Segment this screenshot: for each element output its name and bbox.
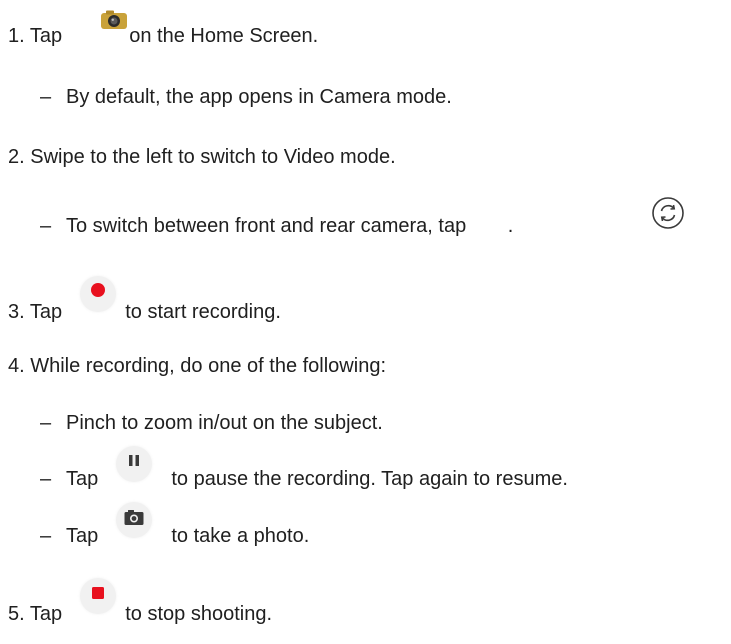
step-1-text-before: 1. Tap — [8, 25, 68, 47]
step-1-text-after: on the Home Screen. — [123, 25, 319, 47]
step-4-option-pause-text-before: Tap — [66, 468, 104, 490]
step-1-note: – By default, the app opens in Camera mod… — [40, 85, 452, 109]
step-5-text-before: 5. Tap — [8, 603, 68, 625]
step-1: 1. Tap on the Home Screen. — [8, 24, 318, 48]
stop-icon — [80, 578, 116, 614]
step-4-option-zoom-text: Pinch to zoom in/out on the subject. — [66, 412, 383, 434]
dash: – — [40, 86, 52, 108]
step-4-option-photo-text-before: Tap — [66, 525, 104, 547]
step-4-option-photo: – Tap to take a photo. — [40, 524, 309, 548]
step-2-note: – To switch between front and rear camera… — [40, 214, 513, 238]
step-4-option-zoom: – Pinch to zoom in/out on the subject. — [40, 411, 383, 435]
step-4-option-photo-text-after: to take a photo. — [165, 525, 310, 547]
camera-shutter-icon — [116, 502, 152, 538]
step-3-text-after: to start recording. — [119, 301, 281, 323]
step-4: 4. While recording, do one of the follow… — [8, 354, 386, 378]
switch-camera-icon — [651, 196, 685, 230]
step-4-option-pause-text-after: to pause the recording. Tap again to res… — [165, 468, 568, 490]
step-2-note-text-before: To switch between front and rear camera,… — [66, 215, 472, 237]
record-icon — [80, 276, 116, 312]
step-4-text: 4. While recording, do one of the follow… — [8, 355, 386, 377]
dash: – — [40, 215, 52, 237]
step-2: 2. Swipe to the left to switch to Video … — [8, 145, 396, 169]
step-3: 3. Tap to start recording. — [8, 300, 281, 324]
step-2-text: 2. Swipe to the left to switch to Video … — [8, 146, 396, 168]
step-5: 5. Tap to stop shooting. — [8, 602, 272, 626]
pause-icon — [116, 446, 152, 482]
step-1-note-text: By default, the app opens in Camera mode… — [66, 86, 452, 108]
step-2-note-text-after: . — [507, 215, 514, 237]
dash: – — [40, 525, 52, 547]
step-3-text-before: 3. Tap — [8, 301, 68, 323]
dash: – — [40, 412, 52, 434]
step-5-text-after: to stop shooting. — [119, 603, 273, 625]
dash: – — [40, 468, 52, 490]
camera-app-icon — [100, 10, 128, 30]
